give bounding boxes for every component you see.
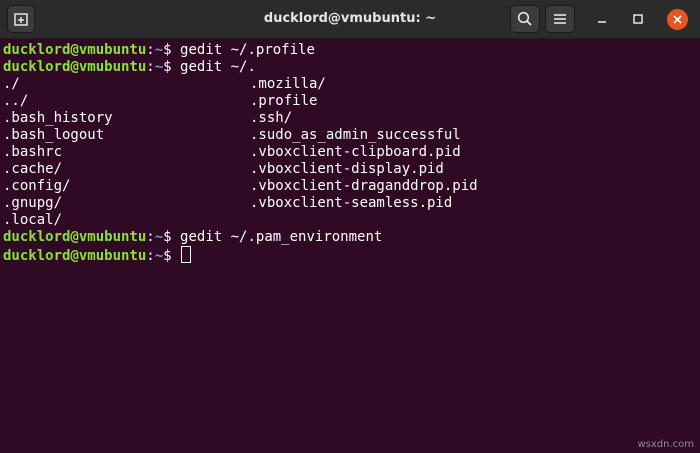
prompt-dollar: $ bbox=[163, 59, 181, 75]
listing-entry: .bashrc bbox=[3, 144, 63, 160]
prompt-path: ~ bbox=[154, 229, 164, 245]
prompt-dollar: $ bbox=[163, 248, 181, 264]
command-text: gedit ~/. bbox=[180, 59, 256, 75]
listing-line: ./ .mozilla/ bbox=[3, 76, 700, 93]
watermark-text: wsxdn.com bbox=[637, 439, 694, 450]
listing-entry: .vboxclient-clipboard.pid bbox=[250, 144, 461, 160]
maximize-icon bbox=[633, 14, 643, 24]
window-title: ducklord@vmubuntu: ~ bbox=[263, 11, 437, 26]
command-text: gedit ~/.pam_environment bbox=[180, 229, 383, 245]
search-icon bbox=[517, 11, 532, 26]
listing-line: .local/ bbox=[3, 212, 700, 229]
listing-line: .bash_logout .sudo_as_admin_successful bbox=[3, 127, 700, 144]
listing-entry: .profile bbox=[250, 93, 318, 109]
close-button[interactable] bbox=[667, 9, 688, 30]
search-button[interactable] bbox=[510, 5, 540, 33]
prompt-path: ~ bbox=[154, 42, 164, 58]
maximize-button[interactable] bbox=[624, 5, 652, 33]
listing-entry: .cache/ bbox=[3, 161, 63, 177]
listing-entry: .vboxclient-draganddrop.pid bbox=[250, 178, 478, 194]
listing-entry: .bash_logout bbox=[3, 127, 105, 143]
listing-entry: .bash_history bbox=[3, 110, 113, 126]
listing-line: .gnupg/ .vboxclient-seamless.pid bbox=[3, 195, 700, 212]
listing-entry: .sudo_as_admin_successful bbox=[250, 127, 461, 143]
prompt-path: ~ bbox=[154, 59, 164, 75]
prompt-line: ducklord@vmubuntu:~$ gedit ~/.pam_enviro… bbox=[3, 229, 700, 246]
listing-line: .cache/ .vboxclient-display.pid bbox=[3, 161, 700, 178]
listing-line: ../ .profile bbox=[3, 93, 700, 110]
prompt-colon: : bbox=[146, 59, 155, 75]
command-text: gedit ~/.profile bbox=[180, 42, 315, 58]
listing-entry: .gnupg/ bbox=[3, 195, 63, 211]
prompt-line: ducklord@vmubuntu:~$ gedit ~/.profile bbox=[3, 42, 700, 59]
hamburger-menu-icon bbox=[554, 14, 566, 24]
listing-entry: .vboxclient-display.pid bbox=[250, 161, 444, 177]
prompt-dollar: $ bbox=[163, 42, 181, 58]
listing-entry: .ssh/ bbox=[250, 110, 293, 126]
minimize-button[interactable] bbox=[588, 5, 616, 33]
listing-entry: ../ bbox=[3, 93, 29, 109]
prompt-user-host: ducklord@vmubuntu bbox=[3, 59, 147, 75]
terminal-output[interactable]: ducklord@vmubuntu:~$ gedit ~/.profile duc… bbox=[3, 42, 700, 453]
listing-line: .bashrc .vboxclient-clipboard.pid bbox=[3, 144, 700, 161]
listing-entry: .mozilla/ bbox=[250, 76, 326, 92]
new-tab-button[interactable] bbox=[7, 5, 35, 33]
menu-button[interactable] bbox=[545, 5, 575, 33]
prompt-colon: : bbox=[146, 248, 155, 264]
new-tab-icon bbox=[14, 13, 28, 26]
terminal-window: ducklord@vmubuntu: ~ ducklord@vmubuntu:~… bbox=[0, 0, 700, 453]
prompt-user-host: ducklord@vmubuntu bbox=[3, 42, 147, 58]
listing-entry: .config/ bbox=[3, 178, 71, 194]
title-bar[interactable]: ducklord@vmubuntu: ~ bbox=[0, 0, 700, 39]
prompt-line: ducklord@vmubuntu:~$ gedit ~/. bbox=[3, 59, 700, 76]
listing-line: .config/ .vboxclient-draganddrop.pid bbox=[3, 178, 700, 195]
prompt-user-host: ducklord@vmubuntu bbox=[3, 248, 147, 264]
listing-entry: ./ bbox=[3, 76, 20, 92]
prompt-line: ducklord@vmubuntu:~$ bbox=[3, 246, 700, 264]
prompt-colon: : bbox=[146, 42, 155, 58]
text-cursor bbox=[181, 246, 192, 263]
minimize-icon bbox=[598, 21, 606, 23]
prompt-dollar: $ bbox=[163, 229, 181, 245]
listing-entry: .vboxclient-seamless.pid bbox=[250, 195, 453, 211]
listing-entry: .local/ bbox=[3, 212, 63, 228]
listing-line: .bash_history .ssh/ bbox=[3, 110, 700, 127]
close-icon bbox=[673, 15, 682, 24]
prompt-path: ~ bbox=[154, 248, 164, 264]
prompt-user-host: ducklord@vmubuntu bbox=[3, 229, 147, 245]
prompt-colon: : bbox=[146, 229, 155, 245]
